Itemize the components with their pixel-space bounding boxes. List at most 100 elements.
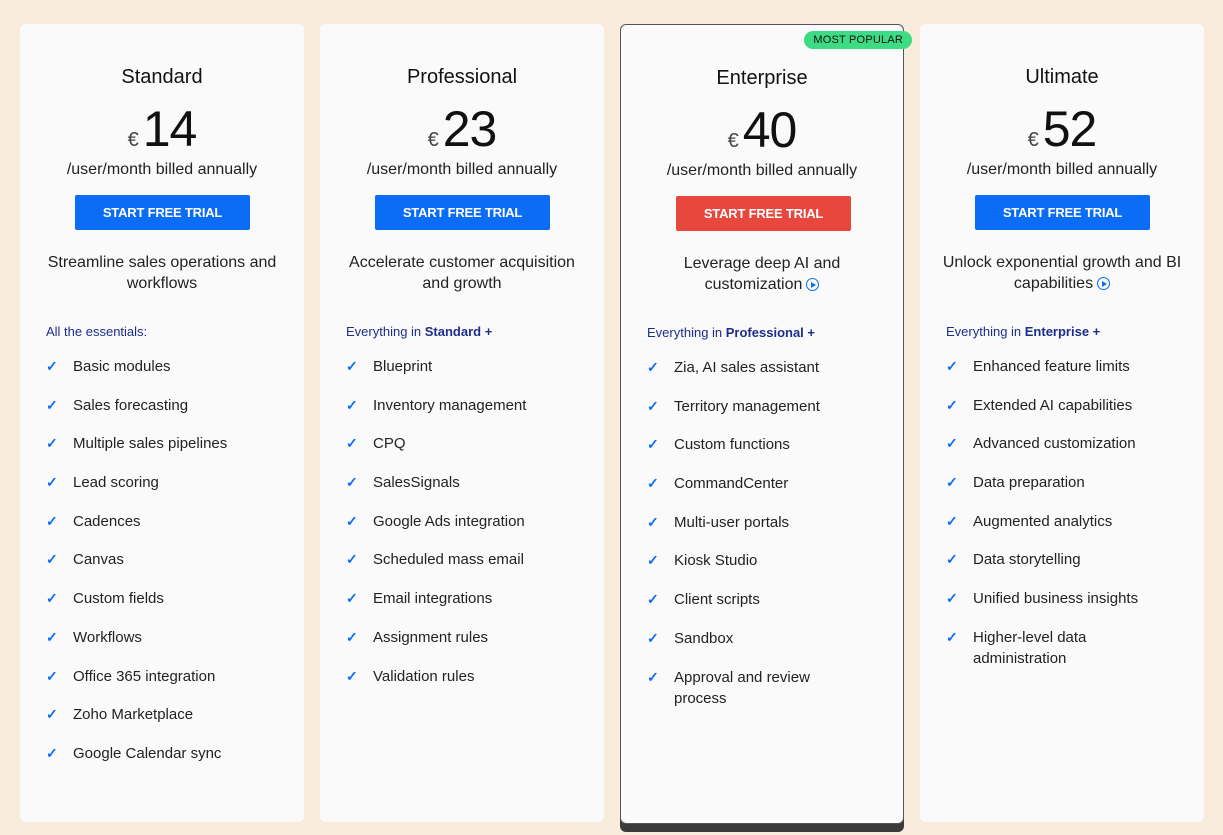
currency: € — [427, 129, 439, 151]
check-icon: ✓ — [46, 667, 58, 684]
feature-item: ✓ Multi-user portals — [647, 513, 790, 531]
currency: € — [127, 129, 139, 151]
billing-period: /user/month billed annually — [966, 161, 1158, 178]
check-icon: ✓ — [647, 513, 659, 530]
check-icon: ✓ — [46, 551, 58, 568]
feature-item: ✓ Higher-level data administration — [946, 628, 1087, 667]
feature-item: ✓ Extended AI capabilities — [946, 396, 1133, 414]
feature-item: ✓ Enhanced feature limits — [946, 358, 1130, 375]
features-group-label: All the essentials: — [46, 324, 148, 339]
check-icon: ✓ — [647, 397, 659, 414]
feature-item: ✓ Inventory management — [346, 396, 527, 414]
check-icon: ✓ — [647, 629, 659, 646]
feature-item: ✓ Zoho Marketplace — [46, 706, 194, 724]
check-icon: ✓ — [946, 474, 958, 491]
price: €14 — [20, 104, 304, 154]
start-free-trial-button[interactable]: START FREE TRIAL — [975, 195, 1150, 230]
feature-item: ✓ Scheduled mass email — [346, 551, 524, 569]
check-icon: ✓ — [946, 628, 958, 645]
check-icon: ✓ — [346, 512, 358, 529]
feature-item: ✓ Advanced customization — [946, 435, 1136, 453]
features-group-label: Everything in Enterprise + — [946, 324, 1101, 339]
check-icon: ✓ — [346, 435, 358, 452]
features-group-label: Everything in Professional + — [647, 325, 815, 340]
billing-period: /user/month billed annually — [366, 161, 558, 178]
feature-item: ✓ Cadences — [46, 512, 141, 530]
check-icon: ✓ — [946, 512, 958, 529]
feature-item: ✓ Multiple sales pipelines — [46, 435, 228, 453]
price-amount: 14 — [142, 101, 198, 157]
feature-list: ✓ Zia, AI sales assistant ✓ Territory mana… — [647, 357, 883, 726]
feature-item: ✓ Assignment rules — [346, 628, 489, 646]
check-icon: ✓ — [346, 667, 358, 684]
feature-item: ✓ Unified business insights — [946, 590, 1139, 608]
price-amount: 52 — [1042, 101, 1098, 157]
play-circle-icon[interactable] — [806, 278, 820, 292]
feature-item: ✓ Sandbox — [647, 629, 734, 647]
start-free-trial-button[interactable]: START FREE TRIAL — [75, 195, 250, 230]
feature-item: ✓ Territory management — [647, 397, 820, 415]
feature-item: ✓ Approval and review process — [647, 668, 810, 707]
check-icon: ✓ — [46, 512, 58, 529]
check-icon: ✓ — [647, 475, 659, 492]
plan-name: Standard — [121, 66, 203, 88]
feature-item: ✓ Email integrations — [346, 590, 493, 608]
check-icon: ✓ — [346, 396, 358, 413]
check-icon: ✓ — [46, 706, 58, 723]
feature-item: ✓ Blueprint — [346, 358, 433, 375]
billing-period: /user/month billed annually — [666, 162, 858, 179]
plan-tagline: Leverage deep AI and customization — [683, 255, 841, 293]
feature-item: ✓ CommandCenter — [647, 475, 789, 493]
play-circle-icon[interactable] — [1097, 277, 1111, 291]
check-icon: ✓ — [647, 668, 659, 685]
start-free-trial-button[interactable]: START FREE TRIAL — [676, 196, 851, 231]
feature-item: ✓ Sales forecasting — [46, 396, 189, 414]
check-icon: ✓ — [46, 744, 58, 761]
billing-period: /user/month billed annually — [66, 161, 258, 178]
plan-name: Professional — [406, 66, 518, 88]
feature-item: ✓ Data storytelling — [946, 551, 1081, 569]
check-icon: ✓ — [946, 590, 958, 607]
feature-item: ✓ Canvas — [46, 551, 124, 569]
price: €40 — [621, 105, 903, 155]
plan-tagline: Unlock exponential growth and BI capabil… — [942, 254, 1182, 292]
currency: € — [1027, 129, 1039, 151]
price-amount: 40 — [742, 102, 798, 158]
check-icon: ✓ — [647, 552, 659, 569]
feature-item: ✓ Custom fields — [46, 590, 164, 608]
check-icon: ✓ — [46, 590, 58, 607]
check-icon: ✓ — [346, 474, 358, 491]
feature-item: ✓ Google Ads integration — [346, 512, 525, 530]
feature-list: ✓ Basic modules ✓ Sales forecasting ✓ Multi… — [46, 356, 284, 782]
plan-card-standard: Standard €14 /user/month billed annually… — [20, 24, 304, 822]
check-icon: ✓ — [346, 358, 358, 374]
check-icon: ✓ — [647, 436, 659, 453]
check-icon: ✓ — [46, 628, 58, 645]
price-amount: 23 — [442, 101, 498, 157]
feature-item: ✓ SalesSignals — [346, 474, 460, 492]
check-icon: ✓ — [46, 396, 58, 413]
feature-item: ✓ Lead scoring — [46, 474, 159, 492]
check-icon: ✓ — [946, 358, 958, 374]
plan-tagline: Accelerate customer acquisition and grow… — [349, 254, 575, 292]
plan-card-professional: Professional €23 /user/month billed annu… — [320, 24, 604, 822]
feature-list: ✓ Blueprint ✓ Inventory management ✓ CPQ ✓ S… — [346, 356, 584, 704]
price: €52 — [920, 104, 1204, 154]
most-popular-badge: MOST POPULAR — [804, 31, 912, 49]
feature-item: ✓ Google Calendar sync — [46, 744, 222, 762]
check-icon: ✓ — [946, 551, 958, 568]
features-group-label: Everything in Standard + — [346, 324, 493, 339]
feature-item: ✓ CPQ — [346, 435, 406, 453]
check-icon: ✓ — [46, 474, 58, 491]
price: €23 — [320, 104, 604, 154]
feature-item: ✓ Client scripts — [647, 591, 760, 609]
feature-item: ✓ Validation rules — [346, 667, 475, 685]
plan-card-enterprise: MOST POPULAR Enterprise €40 /user/month … — [620, 24, 912, 824]
feature-list: ✓ Enhanced feature limits ✓ Extended AI ca… — [946, 356, 1184, 687]
plan-name: Ultimate — [1025, 66, 1099, 88]
plan-name: Enterprise — [716, 67, 808, 89]
check-icon: ✓ — [946, 435, 958, 452]
currency: € — [727, 130, 739, 152]
feature-item: ✓ Kiosk Studio — [647, 552, 758, 570]
start-free-trial-button[interactable]: START FREE TRIAL — [375, 195, 550, 230]
